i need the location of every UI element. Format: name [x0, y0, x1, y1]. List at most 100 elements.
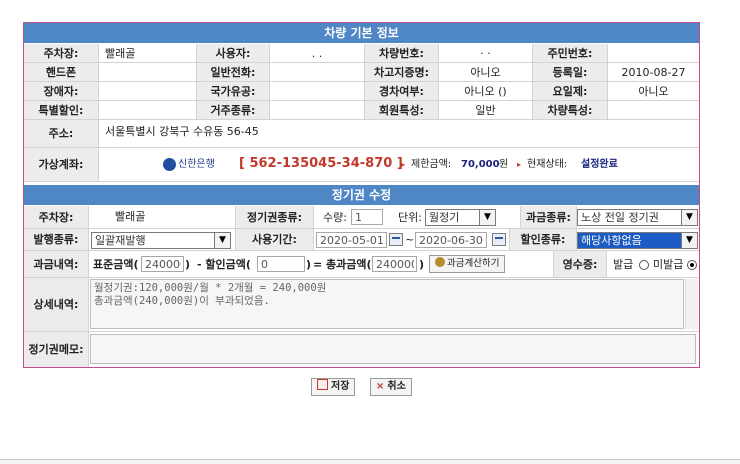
- bank-logo-icon: [163, 158, 176, 171]
- special-discount-value: [99, 101, 197, 120]
- limit-unit: 원: [499, 159, 509, 170]
- issue-kind-label: 발행종류:: [24, 229, 89, 251]
- detail-scrollbar[interactable]: [685, 279, 698, 329]
- ticket-kind-label: 정기권종류:: [236, 206, 314, 229]
- discount-amount-close: ): [306, 258, 312, 271]
- receipt-none-radio[interactable]: [687, 260, 697, 270]
- unit-label: 단위:: [398, 211, 422, 224]
- chevron-down-icon: ▼: [681, 210, 697, 225]
- discount-amount-label: - 할인금액(: [197, 258, 251, 271]
- window-bottom-edge: [0, 459, 740, 464]
- compact-label: 경차여부:: [365, 82, 439, 101]
- start-date-input[interactable]: [316, 232, 387, 248]
- unit-select[interactable]: 월정기 ▼: [425, 209, 496, 226]
- calendar-icon[interactable]: [492, 233, 506, 246]
- state-value: 설정완료: [581, 159, 618, 170]
- merit-value: [270, 82, 365, 101]
- issue-kind-select-value: 일괄재발행: [95, 234, 146, 247]
- discount-kind-cell: 해당사항없음 ▼: [577, 229, 699, 251]
- virtual-account-row: 신한은행 [ 562-135045-34-870 ] ▸ 제한금액: 70,00…: [99, 148, 699, 182]
- memo-label: 정기권메모:: [24, 332, 89, 367]
- regdate-value: 2010-08-27: [608, 63, 699, 82]
- car-info-form: 차량 기본 정보 주차장: 빨래골 사용자: . . 차량번호: · · 주민번…: [23, 22, 700, 368]
- save-icon: [317, 379, 328, 390]
- qty-input[interactable]: [351, 209, 383, 225]
- car-feature-label: 차량특성:: [533, 101, 608, 120]
- std-amount-label: 표준금액(: [93, 258, 139, 271]
- issue-kind-select[interactable]: 일괄재발행 ▼: [91, 232, 231, 249]
- calculate-charge-button[interactable]: 과금계산하기: [429, 255, 506, 273]
- cancel-button[interactable]: × 취소: [370, 378, 412, 396]
- special-discount-label: 특별할인:: [24, 101, 99, 120]
- receipt-label: 영수증:: [554, 251, 607, 278]
- charge-detail-label: 과금내역:: [24, 251, 89, 278]
- memo-cell: [89, 332, 699, 367]
- user-label: 사용자:: [197, 44, 270, 63]
- garage-label: 차고지증명:: [365, 63, 439, 82]
- std-amount-input[interactable]: [141, 256, 184, 272]
- state-label: 현재상태:: [527, 159, 568, 170]
- dayoff-value: 아니오: [608, 82, 699, 101]
- total-amount-input[interactable]: [372, 256, 417, 272]
- bullet-icon: ▸: [401, 160, 406, 169]
- coins-icon: [435, 257, 445, 267]
- car-feature-value: [608, 101, 699, 120]
- save-button[interactable]: 저장: [311, 378, 356, 396]
- season-parking-value: 빨래골: [89, 206, 236, 229]
- chevron-down-icon: ▼: [479, 210, 495, 225]
- cancel-label: 취소: [387, 381, 406, 392]
- dayoff-label: 요일제:: [533, 82, 608, 101]
- bullet-icon: ▸: [517, 160, 522, 169]
- calendar-icon[interactable]: [389, 233, 403, 246]
- discount-kind-select-value: 해당사항없음: [581, 234, 642, 247]
- period-cell: ~: [314, 229, 510, 251]
- ticket-kind-row: 수량: 단위: 월정기 ▼: [314, 206, 521, 229]
- calculate-charge-label: 과금계산하기: [447, 258, 500, 269]
- disabled-label: 장애자:: [24, 82, 99, 101]
- period-label: 사용기간:: [236, 229, 314, 251]
- user-value: . .: [270, 44, 365, 63]
- detail-cell: 월정기권:120,000원/월 * 2개월 = 240,000원 총과금액(24…: [89, 278, 699, 332]
- resident-number-value: [608, 44, 699, 63]
- car-number-value: · ·: [439, 44, 533, 63]
- memo-textarea[interactable]: [90, 334, 696, 364]
- regdate-label: 등록일:: [533, 63, 608, 82]
- limit-value: 70,000: [461, 159, 500, 170]
- charge-kind-select-value: 노상 전일 정기권: [581, 211, 659, 224]
- total-amount-label: = 총과금액(: [313, 258, 372, 271]
- charge-kind-cell: 노상 전일 정기권 ▼: [577, 206, 699, 229]
- discount-kind-label: 할인종류:: [510, 229, 577, 251]
- phone-label: 일반전화:: [197, 63, 270, 82]
- account-number: [ 562-135045-34-870 ]: [239, 156, 403, 171]
- total-amount-close: ): [419, 258, 425, 271]
- end-date-input[interactable]: [415, 232, 487, 248]
- mobile-label: 핸드폰: [24, 63, 99, 82]
- chevron-down-icon: ▼: [681, 233, 697, 248]
- bank-name: 신한은행: [178, 159, 215, 170]
- resident-type-label: 거주종류:: [197, 101, 270, 120]
- season-ticket-header: 정기권 수정: [24, 185, 699, 205]
- mobile-value: [99, 63, 197, 82]
- unit-select-value: 월정기: [429, 211, 460, 224]
- address-label: 주소:: [24, 120, 99, 148]
- compact-value: 아니오 (): [439, 82, 533, 101]
- receipt-issue-label: 발급: [613, 258, 634, 271]
- receipt-cell: 발급 미발급: [607, 251, 699, 278]
- receipt-issue-radio[interactable]: [639, 260, 649, 270]
- car-number-label: 차량번호:: [365, 44, 439, 63]
- charge-kind-select[interactable]: 노상 전일 정기권 ▼: [577, 209, 698, 226]
- resident-number-label: 주민번호:: [533, 44, 608, 63]
- phone-value: [270, 63, 365, 82]
- save-label: 저장: [331, 381, 350, 392]
- garage-value: 아니오: [439, 63, 533, 82]
- close-icon: ×: [376, 381, 385, 392]
- merit-label: 국가유공:: [197, 82, 270, 101]
- discount-kind-select[interactable]: 해당사항없음 ▼: [577, 232, 698, 249]
- chevron-down-icon: ▼: [214, 233, 230, 248]
- issue-kind-cell: 일괄재발행 ▼: [89, 229, 236, 251]
- detail-textarea[interactable]: 월정기권:120,000원/월 * 2개월 = 240,000원 총과금액(24…: [90, 279, 684, 329]
- virtual-account-label: 가상계좌:: [24, 148, 99, 182]
- member-value: 일반: [439, 101, 533, 120]
- disabled-value: [99, 82, 197, 101]
- discount-amount-input[interactable]: [257, 256, 305, 272]
